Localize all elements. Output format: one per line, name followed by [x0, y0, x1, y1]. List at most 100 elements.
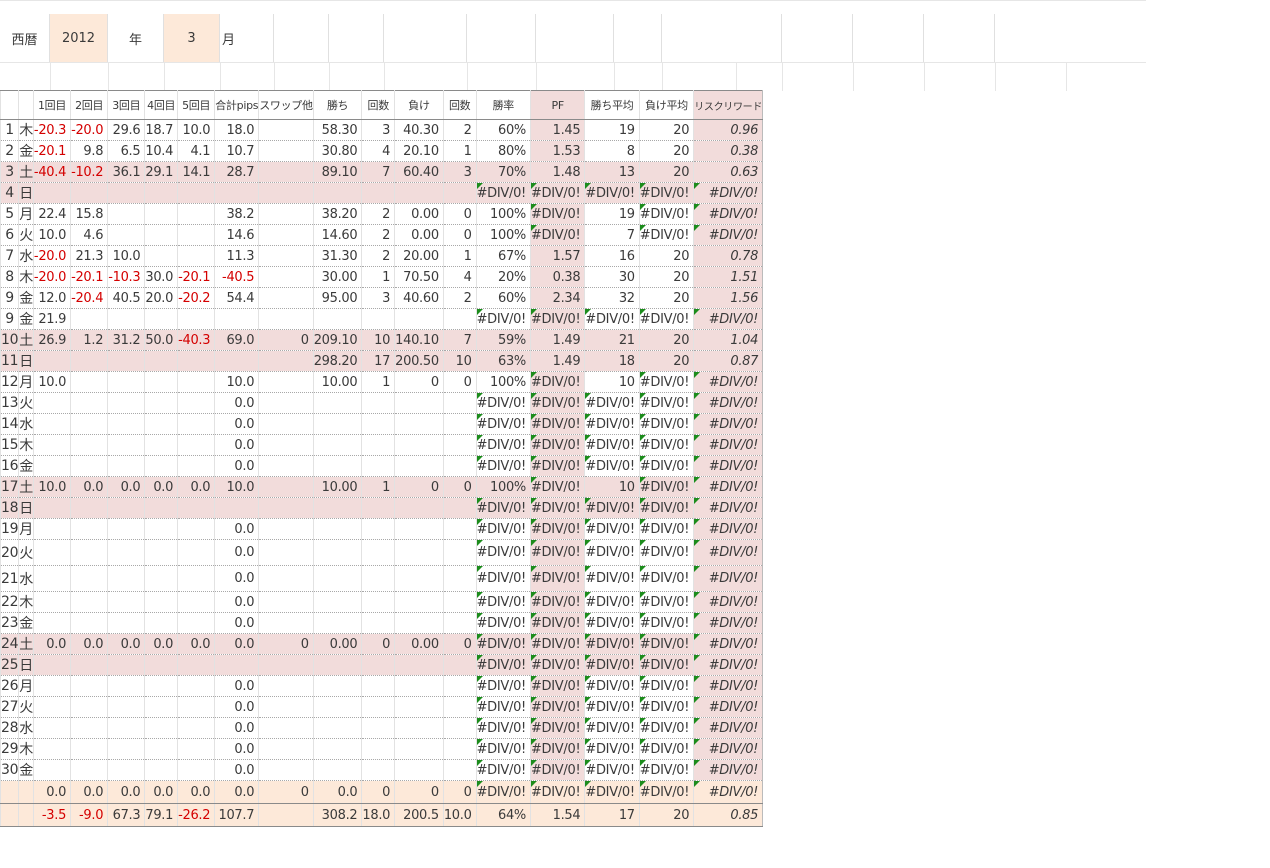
risk-reward-cell[interactable]: 1.51: [693, 266, 764, 288]
weekday-cell[interactable]: 日: [18, 654, 34, 676]
swap-cell[interactable]: [258, 140, 314, 162]
day-cell[interactable]: 11: [0, 350, 20, 372]
weekday-cell[interactable]: 金: [18, 140, 34, 162]
trade2-cell[interactable]: -10.2: [70, 161, 109, 183]
total-pips-cell[interactable]: 0.0: [214, 612, 260, 634]
trade2-cell[interactable]: [70, 591, 109, 613]
day-cell[interactable]: 2: [0, 140, 20, 162]
day-cell[interactable]: 26: [0, 675, 20, 697]
pf-cell[interactable]: #DIV/0!: [530, 612, 586, 634]
win-rate-cell[interactable]: 100%: [476, 371, 531, 393]
risk-reward-cell[interactable]: 0.63: [693, 161, 764, 183]
avg-win-cell[interactable]: 30: [584, 266, 640, 288]
weekday-cell[interactable]: 日: [18, 182, 34, 204]
trade3-cell[interactable]: [107, 675, 146, 697]
trade2-cell[interactable]: [70, 413, 109, 435]
swap-cell[interactable]: 0: [258, 633, 314, 655]
risk-reward-cell[interactable]: #DIV/0!: [693, 224, 764, 246]
trade4-cell[interactable]: [144, 182, 179, 204]
win-count-cell[interactable]: [361, 675, 396, 697]
trade1-cell[interactable]: [33, 612, 72, 634]
pf-cell[interactable]: #DIV/0!: [530, 371, 586, 393]
trade1-cell[interactable]: -40.4: [33, 161, 72, 183]
day-cell[interactable]: 22: [0, 591, 20, 613]
swap-cell[interactable]: [258, 654, 314, 676]
trade5-cell[interactable]: 0.0: [177, 633, 216, 655]
losses-cell[interactable]: 0: [394, 780, 444, 804]
weekday-cell[interactable]: 金: [18, 287, 34, 309]
trade2-cell[interactable]: 9.8: [70, 140, 109, 162]
losses-cell[interactable]: [394, 455, 444, 477]
trade2-cell[interactable]: [70, 350, 109, 372]
trade4-cell[interactable]: [144, 245, 179, 267]
trade5-cell[interactable]: [177, 612, 216, 634]
swap-cell[interactable]: [258, 591, 314, 613]
total-pips-cell[interactable]: 11.3: [214, 245, 260, 267]
loss-count-cell[interactable]: 0: [443, 633, 477, 655]
trade5-cell[interactable]: [177, 224, 216, 246]
day-cell[interactable]: 10: [0, 329, 20, 351]
empty-cell[interactable]: [662, 14, 782, 62]
total-pips-cell[interactable]: [214, 182, 260, 204]
avg-win-cell[interactable]: #DIV/0!: [584, 780, 640, 804]
win-rate-cell[interactable]: #DIV/0!: [476, 308, 531, 330]
avg-loss-cell[interactable]: 20: [639, 287, 695, 309]
win-count-cell[interactable]: 1: [361, 266, 396, 288]
trade5-cell[interactable]: [177, 518, 216, 540]
avg-win-cell[interactable]: 19: [584, 203, 640, 225]
trade4-cell[interactable]: 29.1: [144, 161, 179, 183]
avg-loss-cell[interactable]: #DIV/0!: [639, 565, 695, 592]
avg-loss-cell[interactable]: 20: [639, 350, 695, 372]
loss-count-cell[interactable]: 10.0: [443, 803, 477, 827]
risk-reward-cell[interactable]: 1.04: [693, 329, 764, 351]
losses-cell[interactable]: [394, 497, 444, 519]
trade1-cell[interactable]: -20.1: [33, 140, 72, 162]
trade4-cell[interactable]: [144, 565, 179, 592]
trade5-cell[interactable]: 14.1: [177, 161, 216, 183]
weekday-cell[interactable]: [18, 780, 34, 804]
loss-count-cell[interactable]: 3: [443, 161, 477, 183]
day-cell[interactable]: 13: [0, 392, 20, 414]
day-cell[interactable]: 12: [0, 371, 20, 393]
pf-cell[interactable]: #DIV/0!: [530, 476, 586, 498]
wins-cell[interactable]: [313, 654, 363, 676]
avg-loss-cell[interactable]: #DIV/0!: [639, 434, 695, 456]
total-pips-cell[interactable]: 10.0: [214, 371, 260, 393]
loss-count-cell[interactable]: [443, 539, 477, 566]
day-cell[interactable]: 20: [0, 539, 20, 566]
wins-cell[interactable]: 298.20: [313, 350, 363, 372]
wins-cell[interactable]: [313, 413, 363, 435]
weekday-cell[interactable]: 金: [18, 759, 34, 781]
win-rate-cell[interactable]: 20%: [476, 266, 531, 288]
day-cell[interactable]: 25: [0, 654, 20, 676]
pf-cell[interactable]: 1.49: [530, 329, 586, 351]
avg-win-cell[interactable]: #DIV/0!: [584, 654, 640, 676]
avg-loss-cell[interactable]: #DIV/0!: [639, 224, 695, 246]
risk-reward-cell[interactable]: #DIV/0!: [693, 476, 764, 498]
pf-cell[interactable]: 2.34: [530, 287, 586, 309]
win-count-cell[interactable]: [361, 738, 396, 760]
loss-count-cell[interactable]: 4: [443, 266, 477, 288]
avg-win-cell[interactable]: 17: [584, 803, 640, 827]
win-rate-cell[interactable]: #DIV/0!: [476, 759, 531, 781]
weekday-cell[interactable]: 月: [18, 518, 34, 540]
pf-cell[interactable]: #DIV/0!: [530, 413, 586, 435]
risk-reward-cell[interactable]: 0.85: [693, 803, 764, 827]
avg-loss-cell[interactable]: #DIV/0!: [639, 455, 695, 477]
wins-cell[interactable]: 0.0: [313, 780, 363, 804]
pf-cell[interactable]: #DIV/0!: [530, 182, 586, 204]
losses-cell[interactable]: [394, 738, 444, 760]
avg-win-cell[interactable]: 13: [584, 161, 640, 183]
avg-win-cell[interactable]: 8: [584, 140, 640, 162]
swap-cell[interactable]: [258, 539, 314, 566]
losses-cell[interactable]: [394, 434, 444, 456]
wins-cell[interactable]: [313, 759, 363, 781]
losses-cell[interactable]: [394, 413, 444, 435]
day-cell[interactable]: 9: [0, 308, 20, 330]
weekday-cell[interactable]: 火: [18, 224, 34, 246]
trade4-cell[interactable]: 0.0: [144, 633, 179, 655]
trade5-cell[interactable]: [177, 675, 216, 697]
loss-count-cell[interactable]: 1: [443, 245, 477, 267]
win-rate-cell[interactable]: #DIV/0!: [476, 413, 531, 435]
wins-cell[interactable]: 31.30: [313, 245, 363, 267]
